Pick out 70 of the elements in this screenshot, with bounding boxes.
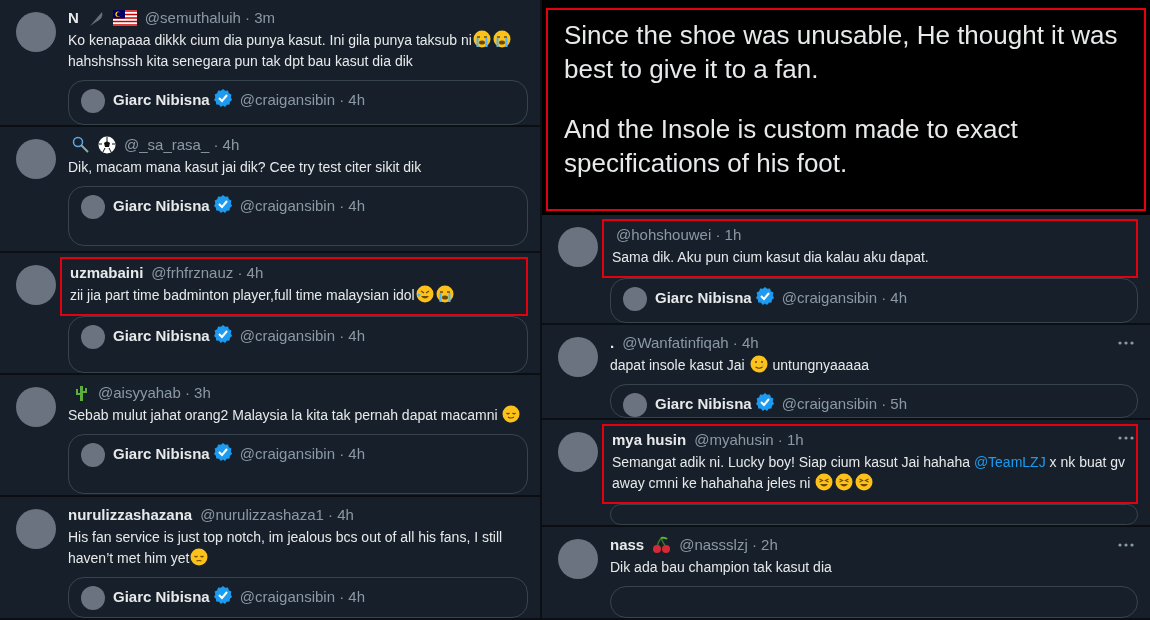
flag-icon xyxy=(112,10,137,26)
avatar[interactable] xyxy=(623,287,647,311)
soccer-ball-icon xyxy=(98,136,116,154)
crying-emoji-icon xyxy=(435,285,454,303)
user-handle: @Wanfatinfiqah · 4h xyxy=(622,333,759,353)
avatar[interactable] xyxy=(81,586,105,610)
user-handle: @frhfrznauz · 4h xyxy=(151,263,264,283)
user-handle: @hohshouwei · 1h xyxy=(616,225,742,245)
note-paragraph: Since the shoe was unusable, He thought it was best to give it to a fan. xyxy=(564,19,1119,86)
tweet-text: Semangat adik ni. Lucky boy! Siap cium kasut Jai hahaha @TeamLZJ x nk buat gv away cmni ke hahahaha jeles ni xyxy=(612,453,1127,493)
quoted-user-handle: @craigansibin · 4h xyxy=(781,288,907,308)
laughing-emoji-icon xyxy=(855,473,874,491)
avatar[interactable] xyxy=(16,12,56,52)
tweet-text: Sama dik. Aku pun cium kasut dia kalau aku dapat. xyxy=(612,248,930,267)
avatar[interactable] xyxy=(81,89,105,113)
avatar[interactable] xyxy=(81,443,105,467)
cherry-icon xyxy=(652,536,672,554)
quoted-user-handle: @craigansibin · 4h xyxy=(239,444,365,464)
tweet-text: dapat insole kasut Jai untungnyaaaaa xyxy=(610,355,870,375)
mention-link[interactable]: @TeamLZJ xyxy=(973,454,1046,470)
user-handle: @nassslzj · 2h xyxy=(679,535,778,555)
avatar[interactable] xyxy=(558,227,598,267)
quoted-user-name: Giarc Nibisna xyxy=(655,394,752,414)
smiling-emoji-icon xyxy=(502,405,521,423)
quoted-user-name: Giarc Nibisna xyxy=(113,587,210,607)
avatar[interactable] xyxy=(623,393,647,417)
crying-emoji-icon xyxy=(472,30,491,48)
tweet-text: zii jia part time badminton player,full time malaysian idol xyxy=(70,285,518,306)
quoted-user-name: Giarc Nibisna xyxy=(113,444,210,464)
laughing-emoji-icon xyxy=(415,285,434,303)
avatar[interactable] xyxy=(81,195,105,219)
user-handle: @semuthaluih · 3m xyxy=(144,8,276,28)
user-handle: @nurulizzashaza1 · 4h xyxy=(200,505,354,525)
user-handle: @aisyyahab · 3h xyxy=(98,383,211,403)
user-name: mya husin xyxy=(612,430,687,450)
quoted-user-name: Giarc Nibisna xyxy=(113,196,210,216)
laughing-emoji-icon xyxy=(815,473,834,491)
laughing-emoji-icon xyxy=(835,473,854,491)
crying-emoji-icon xyxy=(492,30,511,48)
quoted-user-handle: @craigansibin · 4h xyxy=(239,90,365,110)
quoted-user-name: Giarc Nibisna xyxy=(113,90,210,110)
quoted-user-name: Giarc Nibisna xyxy=(655,288,752,308)
sad-emoji-icon xyxy=(190,548,209,566)
user-name: uzmabaini xyxy=(70,263,144,283)
user-name: N xyxy=(68,8,79,28)
quoted-user-handle: @craigansibin · 4h xyxy=(239,587,365,607)
user-handle: @_sa_rasa_ · 4h xyxy=(124,135,240,155)
quoted-user-handle: @craigansibin · 5h xyxy=(781,394,907,414)
avatar[interactable] xyxy=(16,139,56,179)
avatar[interactable] xyxy=(558,337,598,377)
avatar[interactable] xyxy=(81,325,105,349)
user-name: . xyxy=(610,333,615,353)
quoted-user-handle: @craigansibin · 4h xyxy=(239,196,365,216)
tweet-text: Sebab mulut jahat orang2 Malaysia la kita tak pernah dapat macamni xyxy=(68,405,528,426)
note-paragraph: And the Insole is custom made to exact specifications of his foot. xyxy=(564,113,1019,180)
user-name: nass xyxy=(610,535,645,555)
user-name: nurulizzashazana xyxy=(68,505,193,525)
avatar[interactable] xyxy=(16,265,56,305)
avatar[interactable] xyxy=(558,539,598,579)
tweet-text: Dik, macam mana kasut jai dik? Cee try test citer sikit dik xyxy=(68,158,423,177)
user-handle: @myahusin · 1h xyxy=(694,430,804,450)
teary-smile-emoji-icon xyxy=(749,355,768,373)
avatar[interactable] xyxy=(16,387,56,427)
quoted-user-handle: @craigansibin · 4h xyxy=(239,326,365,346)
tweet-text: His fan service is just top notch, im jealous bcs out of all his fans, I still haven’t met him yet xyxy=(68,528,504,568)
tweet-text: Dik ada bau champion tak kasut dia xyxy=(610,558,833,577)
avatar[interactable] xyxy=(558,432,598,472)
avatar[interactable] xyxy=(16,509,56,549)
tweet-text: Ko kenapaaa dikkk cium dia punya kasut. Ini gila punya taksub ni hahshshssh kita senegara pun tak dpt bau kasut dia dik xyxy=(68,30,528,72)
quoted-user-name: Giarc Nibisna xyxy=(113,326,210,346)
